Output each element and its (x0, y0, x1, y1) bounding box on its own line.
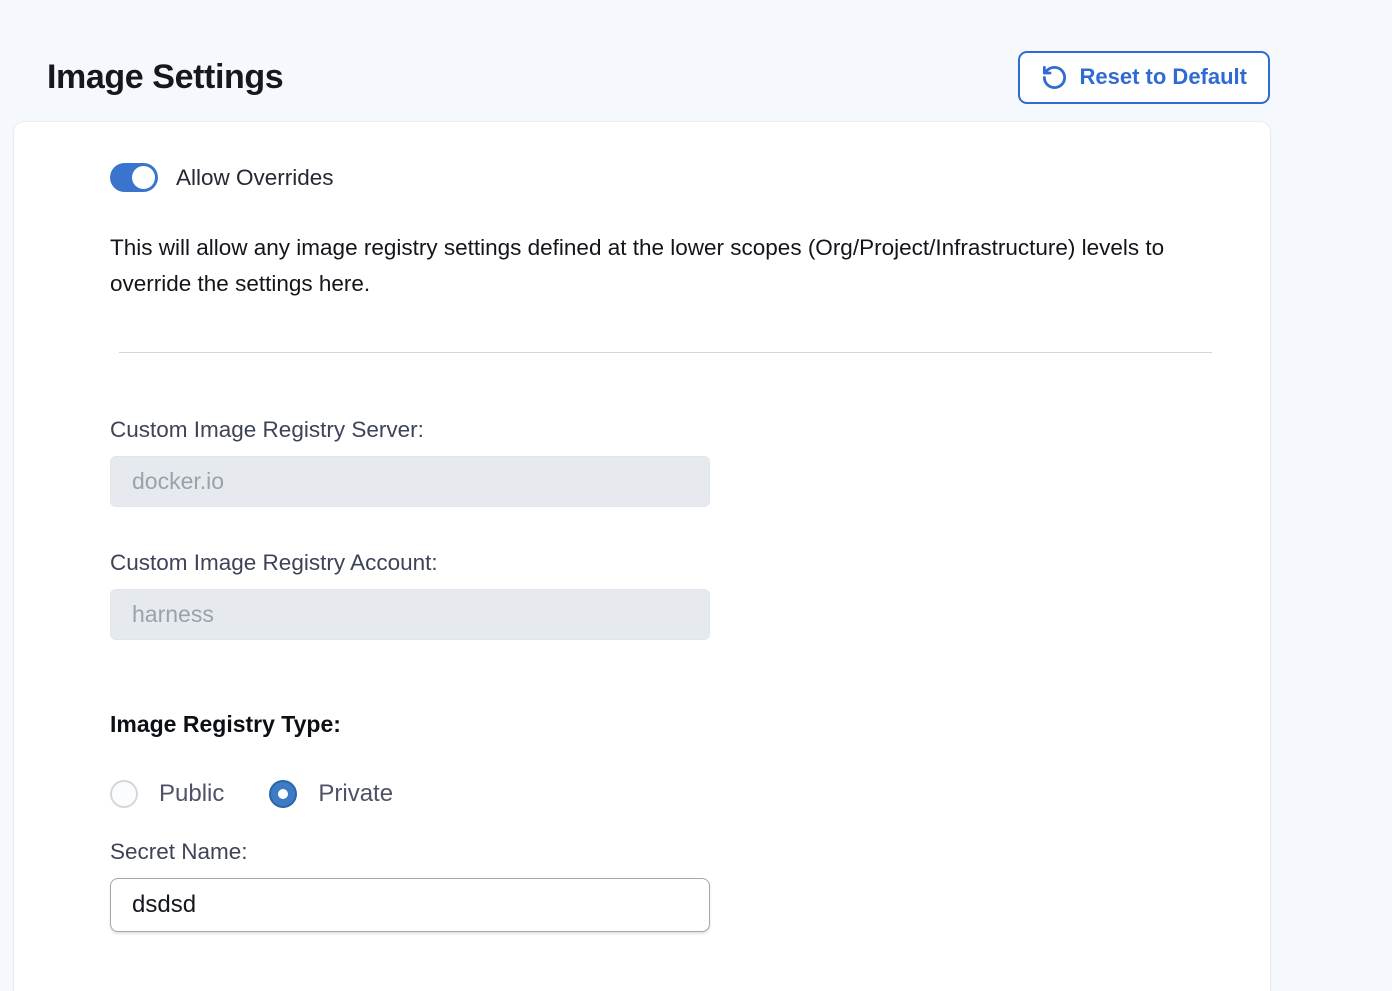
allow-overrides-toggle[interactable] (110, 163, 158, 192)
toggle-knob (132, 166, 155, 189)
secret-name-input[interactable] (110, 878, 710, 932)
reset-to-default-button[interactable]: Reset to Default (1018, 51, 1270, 104)
page-title: Image Settings (47, 58, 283, 97)
overrides-description: This will allow any image registry setti… (110, 230, 1225, 302)
registry-server-label: Custom Image Registry Server: (110, 417, 1270, 443)
radio-option-private[interactable]: Private (269, 780, 393, 808)
registry-account-label: Custom Image Registry Account: (110, 550, 1270, 576)
radio-private-label: Private (318, 780, 393, 808)
image-settings-card: Allow Overrides This will allow any imag… (14, 122, 1270, 991)
radio-option-public[interactable]: Public (110, 780, 224, 808)
radio-public[interactable] (110, 780, 138, 808)
registry-server-input (110, 456, 710, 507)
reset-undo-icon (1041, 64, 1068, 91)
reset-to-default-label: Reset to Default (1080, 64, 1247, 90)
registry-type-radio-group: Public Private (110, 780, 1270, 808)
section-divider (119, 352, 1212, 353)
secret-name-label: Secret Name: (110, 839, 1270, 865)
radio-public-label: Public (159, 780, 224, 808)
radio-private[interactable] (269, 780, 297, 808)
allow-overrides-row: Allow Overrides (110, 163, 1270, 192)
page-header: Image Settings Reset to Default (0, 0, 1392, 122)
registry-type-label: Image Registry Type: (110, 711, 1270, 738)
allow-overrides-label: Allow Overrides (176, 165, 334, 191)
registry-account-input (110, 589, 710, 640)
